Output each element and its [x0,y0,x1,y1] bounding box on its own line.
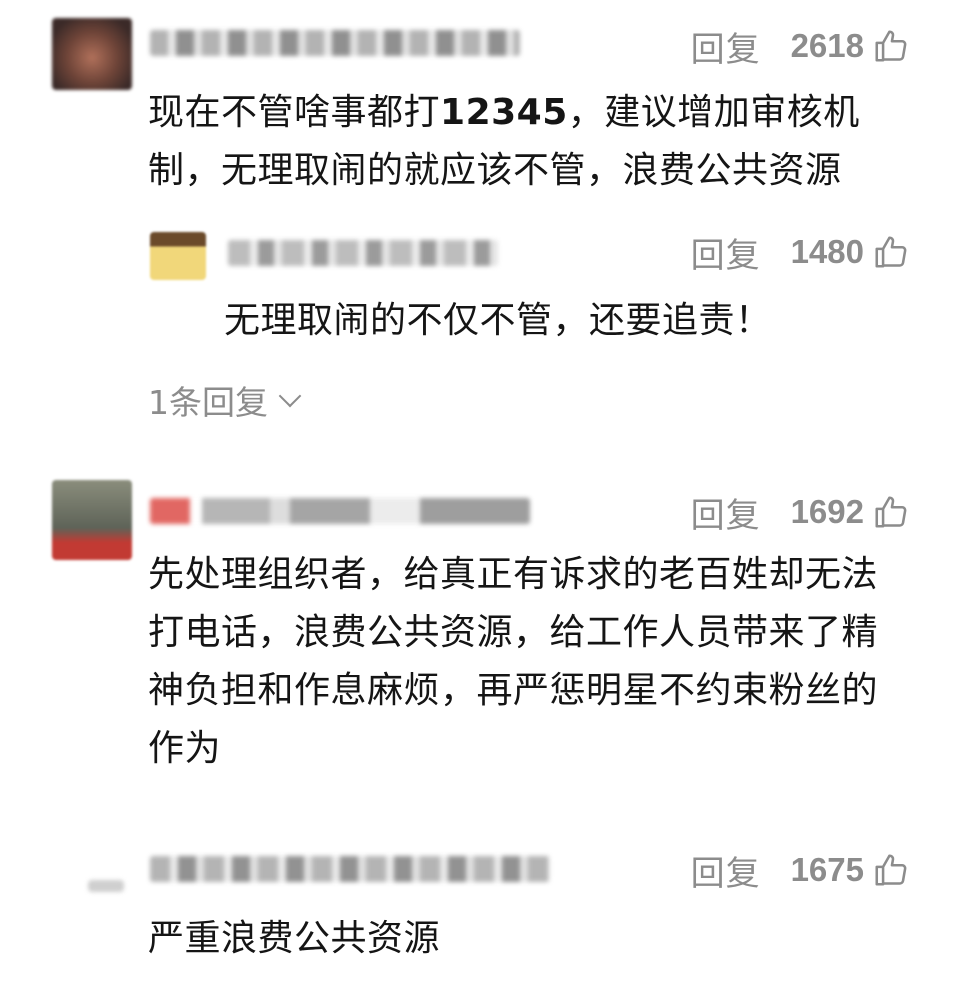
comment-actions: 回复 1675 [691,850,910,894]
comment-text-part: 现在不管啥事都打 [148,92,441,133]
thumbs-up-icon[interactable] [872,233,910,271]
thumbs-up-icon[interactable] [872,27,910,65]
avatar[interactable] [52,18,132,90]
username-blurred[interactable] [150,30,520,56]
comment-actions: 回复 1692 [691,492,910,536]
expand-replies-link[interactable]: 1条回复 [148,376,302,424]
thumbs-up-icon[interactable] [872,851,910,889]
reply-button[interactable]: 回复 [691,228,761,277]
avatar[interactable] [88,880,124,892]
avatar[interactable] [52,480,132,560]
like-count: 1480 [790,233,864,270]
like-count: 2618 [790,27,864,64]
expand-replies-label: 1条回复 [148,383,268,422]
comment-text-number: 12345 [440,92,568,133]
avatar[interactable] [150,232,206,280]
reply-actions: 回复 1480 [691,232,910,276]
username-blurred[interactable] [228,240,498,266]
chevron-down-icon [278,384,302,408]
comment-text: 先处理组织者，给真正有诉求的老百姓却无法打电话，浪费公共资源，给工作人员带来了精… [148,554,879,769]
comment-text: 现在不管啥事都打12345，建议增加审核机制，无理取闹的就应该不管，浪费公共资源 [148,84,908,200]
like-count: 1675 [790,851,864,888]
comment-actions: 回复 2618 [691,26,910,70]
reply-text: 无理取闹的不仅不管，还要追责！ [224,300,772,341]
username-blurred[interactable] [150,498,530,524]
comment-item: 回复 2618 现在不管啥事都打12345，建议增加审核机制，无理取闹的就应该不… [0,0,960,422]
thumbs-up-icon[interactable] [872,493,910,531]
reply-button[interactable]: 回复 [691,22,761,71]
username-blurred[interactable] [150,856,550,882]
reply-button[interactable]: 回复 [691,846,761,895]
comment-text: 严重浪费公共资源 [148,918,441,959]
reply-button[interactable]: 回复 [691,488,761,537]
like-count: 1692 [790,493,864,530]
